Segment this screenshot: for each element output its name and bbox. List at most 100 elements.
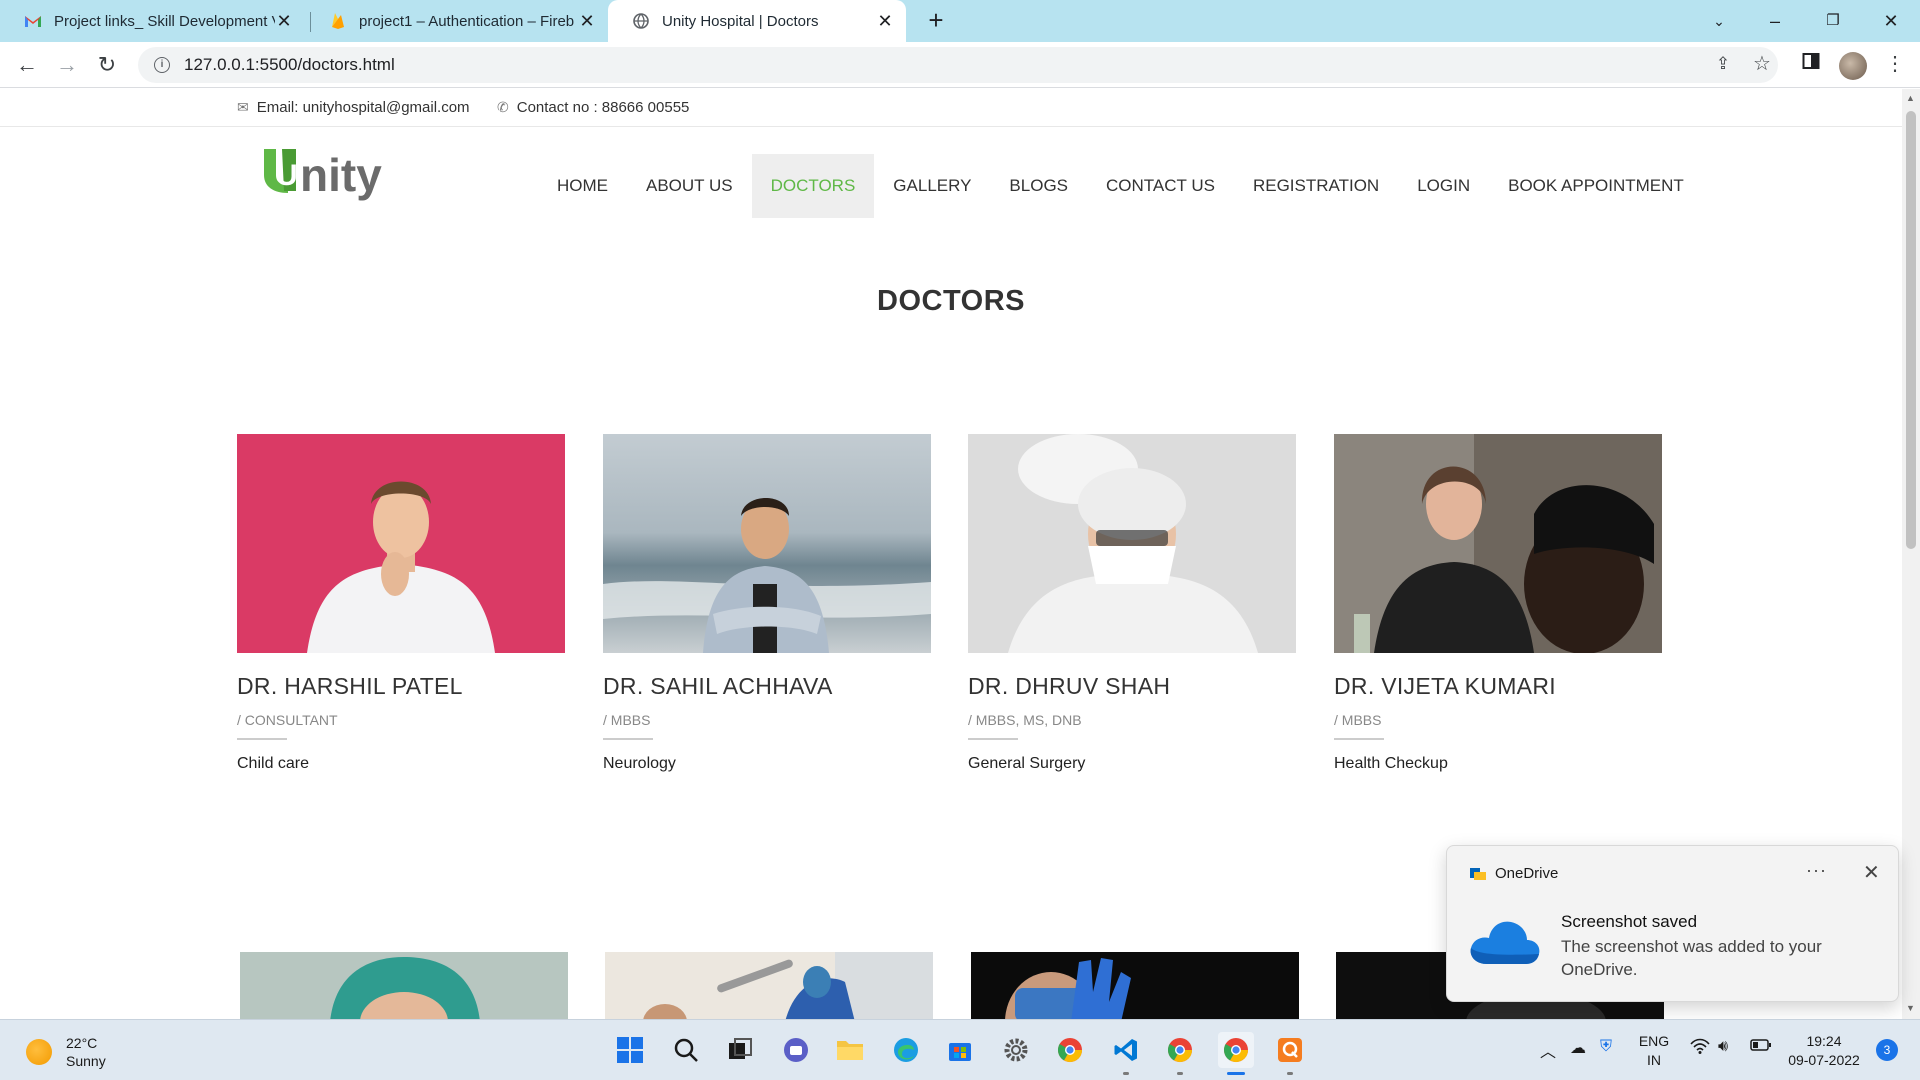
firebase-icon xyxy=(329,12,347,30)
address-bar[interactable]: i 127.0.0.1:5500/doctors.html xyxy=(138,47,1778,83)
security-shield-icon[interactable]: ⛨ xyxy=(1600,1038,1612,1056)
doctor-name: DR. HARSHIL PATEL xyxy=(237,673,463,699)
scrollbar-thumb[interactable] xyxy=(1906,111,1916,549)
contact-text: Contact no : 88666 00555 xyxy=(516,99,690,116)
doctor-card[interactable]: DR. DHRUV SHAH / MBBS, MS, DNB General S… xyxy=(968,434,1296,773)
tab-strip: Project links_ Skill Development V ✕ pro… xyxy=(0,0,1920,42)
chrome-profile-icon[interactable] xyxy=(1162,1032,1198,1068)
nav-book-appointment[interactable]: BOOK APPOINTMENT xyxy=(1489,154,1703,218)
notification-count-badge[interactable]: 3 xyxy=(1876,1039,1898,1061)
doctor-photo xyxy=(237,434,565,653)
page-scrollbar[interactable]: ▲ ▼ xyxy=(1902,89,1920,1019)
nav-home[interactable]: HOME xyxy=(538,154,627,218)
tab-search-icon[interactable]: ⌄ xyxy=(1704,6,1734,36)
side-panel-icon[interactable] xyxy=(1796,49,1826,79)
microsoft-store-icon[interactable] xyxy=(942,1032,978,1068)
close-icon[interactable]: ✕ xyxy=(1863,860,1880,885)
onedrive-icon xyxy=(1470,868,1486,880)
file-explorer-icon[interactable] xyxy=(832,1032,868,1068)
tab-title: Unity Hospital | Doctors xyxy=(662,12,819,30)
nav-registration[interactable]: REGISTRATION xyxy=(1234,154,1398,218)
teams-chat-icon[interactable] xyxy=(778,1032,814,1068)
reload-button[interactable]: ↻ xyxy=(91,49,123,81)
task-view-icon[interactable] xyxy=(722,1032,758,1068)
app-q-icon[interactable] xyxy=(1272,1032,1308,1068)
onedrive-tray-icon[interactable]: ☁ xyxy=(1570,1038,1586,1058)
nav-blogs[interactable]: BLOGS xyxy=(990,154,1087,218)
share-icon[interactable]: ⇪ xyxy=(1708,49,1738,79)
scroll-down-arrow-icon[interactable]: ▼ xyxy=(1906,1003,1915,1013)
bookmark-star-icon[interactable]: ☆ xyxy=(1747,49,1777,79)
doctor-photo xyxy=(240,952,568,1019)
back-button[interactable]: ← xyxy=(11,49,43,81)
doctor-card[interactable] xyxy=(971,952,1299,1019)
doctor-photo xyxy=(971,952,1299,1019)
close-tab-icon[interactable]: ✕ xyxy=(876,12,894,30)
windows-taskbar: 22°C Sunny ︿ ☁ ⛨ ENG IN 🔊︎ 19:24 09-07-2… xyxy=(0,1019,1920,1080)
language-indicator[interactable]: ENG IN xyxy=(1636,1032,1672,1070)
doctor-specialty: Child care xyxy=(237,755,310,772)
notification-app-name: OneDrive xyxy=(1495,865,1559,882)
doctor-card[interactable] xyxy=(240,952,568,1019)
doctor-card[interactable]: DR. VIJETA KUMARI / MBBS Health Checkup xyxy=(1334,434,1662,773)
phone-icon: ✆ xyxy=(497,99,509,115)
close-window-button[interactable]: ✕ xyxy=(1876,6,1906,36)
show-hidden-icons-chevron-icon[interactable]: ︿ xyxy=(1540,1038,1556,1062)
browser-menu-icon[interactable]: ⋮ xyxy=(1880,49,1910,79)
notification-body: The screenshot was added to your OneDriv… xyxy=(1561,937,1822,979)
nav-gallery[interactable]: GALLERY xyxy=(874,154,990,218)
search-icon[interactable] xyxy=(668,1032,704,1068)
nav-login[interactable]: LOGIN xyxy=(1398,154,1489,218)
nav-contact-us[interactable]: CONTACT US xyxy=(1087,154,1234,218)
clock[interactable]: 19:24 09-07-2022 xyxy=(1782,1032,1866,1070)
tab-firebase[interactable]: project1 – Authentication – Fireb ✕ xyxy=(305,0,608,42)
browser-toolbar: ← → ↻ i 127.0.0.1:5500/doctors.html ⇪ ☆ … xyxy=(0,42,1920,88)
tab-unity-doctors[interactable]: Unity Hospital | Doctors ✕ xyxy=(608,0,906,42)
start-icon[interactable] xyxy=(612,1032,648,1068)
doctor-specialty: General Surgery xyxy=(968,755,1086,772)
vscode-icon[interactable] xyxy=(1108,1032,1144,1068)
profile-avatar[interactable] xyxy=(1839,52,1867,80)
region-code: IN xyxy=(1647,1052,1661,1068)
divider xyxy=(237,738,287,740)
divider xyxy=(1334,738,1384,740)
forward-button[interactable]: → xyxy=(51,49,83,81)
edge-icon[interactable] xyxy=(888,1032,924,1068)
site-info-icon[interactable]: i xyxy=(154,57,170,73)
minimize-button[interactable]: – xyxy=(1760,6,1790,36)
nav-doctors[interactable]: DOCTORS xyxy=(751,154,875,218)
chrome-active-icon[interactable] xyxy=(1218,1032,1254,1068)
battery-icon[interactable] xyxy=(1750,1038,1772,1057)
onedrive-cloud-icon xyxy=(1470,921,1540,964)
doctor-card[interactable]: DR. SAHIL ACHHAVA / MBBS Neurology xyxy=(603,434,931,773)
more-options-icon[interactable]: ··· xyxy=(1806,860,1827,881)
divider xyxy=(968,738,1018,740)
doctor-name: DR. VIJETA KUMARI xyxy=(1334,673,1556,699)
date: 09-07-2022 xyxy=(1788,1052,1860,1068)
volume-icon[interactable]: 🔊︎ xyxy=(1718,1038,1728,1056)
site-logo[interactable]: U nity xyxy=(262,145,402,203)
wifi-icon[interactable] xyxy=(1690,1038,1710,1059)
gmail-icon xyxy=(24,12,42,30)
doctor-name: DR. DHRUV SHAH xyxy=(968,673,1171,699)
doctor-card[interactable] xyxy=(605,952,933,1019)
nav-about-us[interactable]: ABOUT US xyxy=(627,154,752,218)
sun-icon xyxy=(26,1039,52,1065)
close-tab-icon[interactable]: ✕ xyxy=(275,12,293,30)
doctor-photo xyxy=(603,434,931,653)
notification-title: Screenshot saved xyxy=(1561,912,1698,931)
globe-icon xyxy=(632,12,650,30)
new-tab-button[interactable]: + xyxy=(922,7,950,35)
restore-button[interactable]: ❐ xyxy=(1818,6,1848,36)
onedrive-notification[interactable]: OneDrive ··· ✕ Screenshot saved The scre… xyxy=(1446,845,1899,1002)
settings-gear-icon[interactable] xyxy=(998,1032,1034,1068)
chrome-icon[interactable] xyxy=(1052,1032,1088,1068)
running-indicator xyxy=(1287,1072,1293,1075)
language-code: ENG xyxy=(1638,1033,1670,1049)
weather-widget[interactable]: 22°C Sunny xyxy=(26,1034,106,1070)
scroll-up-arrow-icon[interactable]: ▲ xyxy=(1906,93,1915,103)
doctor-photo xyxy=(605,952,933,1019)
tab-gmail[interactable]: Project links_ Skill Development V ✕ xyxy=(0,0,305,42)
doctor-card[interactable]: DR. HARSHIL PATEL / CONSULTANT Child car… xyxy=(237,434,565,773)
close-tab-icon[interactable]: ✕ xyxy=(578,12,596,30)
